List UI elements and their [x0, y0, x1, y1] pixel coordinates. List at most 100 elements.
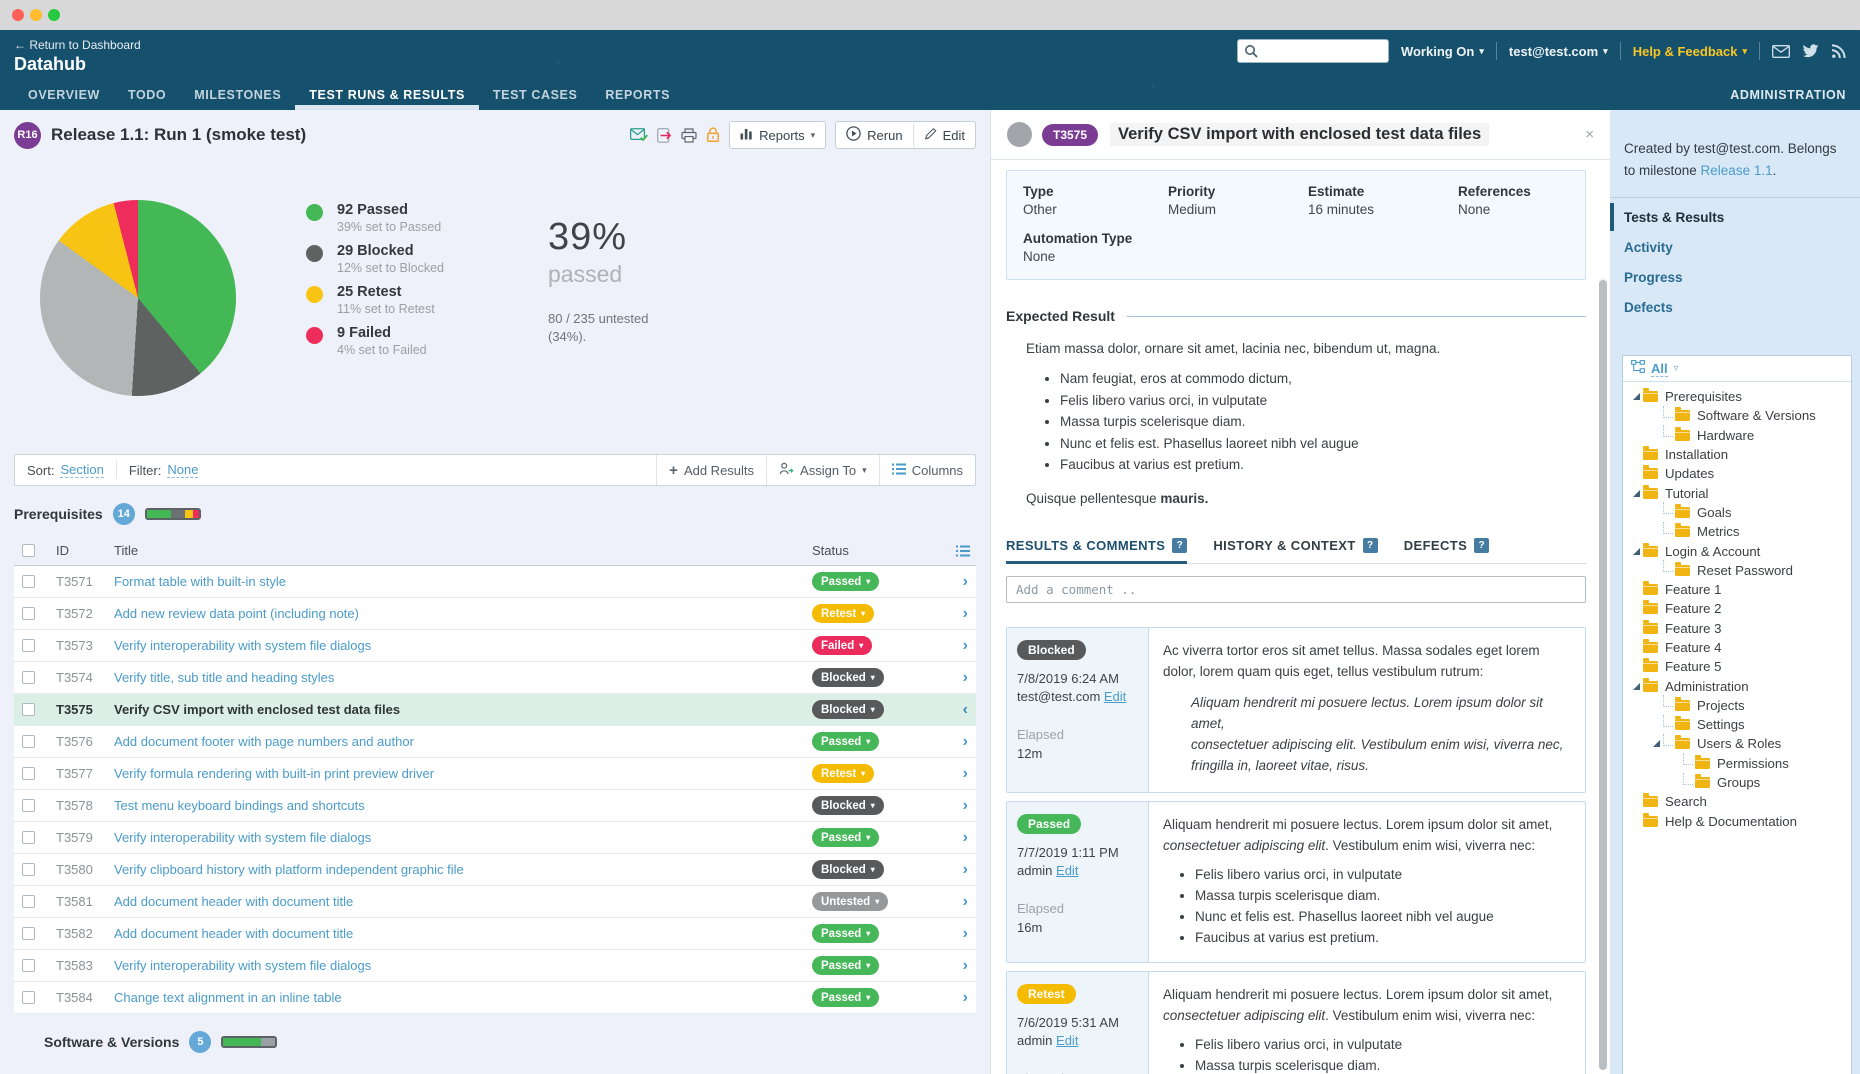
status-pill[interactable]: Passed▾ — [812, 988, 879, 1007]
user-menu[interactable]: test@test.com▾ — [1509, 44, 1608, 59]
edit-button[interactable]: Edit — [913, 122, 975, 148]
test-title-link[interactable]: Add document header with document title — [114, 926, 812, 941]
administration-link[interactable]: ADMINISTRATION — [1730, 88, 1846, 102]
test-row[interactable]: T3580Verify clipboard history with platf… — [14, 854, 976, 886]
status-pill[interactable]: Passed▾ — [812, 924, 879, 943]
edit-link[interactable]: Edit — [1104, 689, 1126, 704]
tree-item[interactable]: Installation — [1629, 445, 1851, 464]
tab-test-runs-results[interactable]: TEST RUNS & RESULTS — [295, 80, 479, 110]
test-row[interactable]: T3579Verify interoperability with system… — [14, 822, 976, 854]
help-feedback-menu[interactable]: Help & Feedback▾ — [1633, 44, 1747, 59]
status-pill[interactable]: Retest▾ — [812, 604, 874, 623]
help-icon[interactable]: ? — [1474, 538, 1489, 553]
tab-todo[interactable]: TODO — [114, 80, 180, 110]
test-title-link[interactable]: Verify title, sub title and heading styl… — [114, 670, 812, 685]
tree-item[interactable]: Feature 4 — [1629, 638, 1851, 657]
row-checkbox[interactable] — [22, 671, 35, 684]
row-checkbox[interactable] — [22, 639, 35, 652]
help-icon[interactable]: ? — [1363, 538, 1378, 553]
row-checkbox[interactable] — [22, 735, 35, 748]
zoom-window-button[interactable] — [48, 9, 60, 21]
reports-button[interactable]: Reports ▾ — [729, 121, 826, 149]
row-chevron-icon[interactable]: › — [940, 573, 976, 591]
row-checkbox[interactable] — [22, 799, 35, 812]
row-checkbox[interactable] — [22, 767, 35, 780]
row-chevron-icon[interactable]: › — [940, 989, 976, 1007]
tree-item[interactable]: Goals — [1629, 503, 1851, 522]
tab-overview[interactable]: OVERVIEW — [14, 80, 114, 110]
edit-link[interactable]: Edit — [1056, 1033, 1078, 1048]
test-row[interactable]: T3574Verify title, sub title and heading… — [14, 662, 976, 694]
tree-expand-icon[interactable] — [1629, 393, 1643, 400]
return-to-dashboard-link[interactable]: ← Return to Dashboard — [14, 38, 141, 52]
status-pill[interactable]: Retest▾ — [812, 764, 874, 783]
tree-item[interactable]: Permissions — [1629, 754, 1851, 773]
row-chevron-icon[interactable]: › — [940, 669, 976, 687]
test-title-link[interactable]: Verify formula rendering with built-in p… — [114, 766, 812, 781]
test-title-link[interactable]: Add new review data point (including not… — [114, 606, 812, 621]
test-title-link[interactable]: Verify interoperability with system file… — [114, 638, 812, 653]
search-input[interactable] — [1262, 44, 1382, 58]
row-checkbox[interactable] — [22, 927, 35, 940]
sort-value-link[interactable]: Section — [60, 462, 103, 478]
row-chevron-icon[interactable]: › — [940, 605, 976, 623]
row-checkbox[interactable] — [22, 863, 35, 876]
tree-filter-all[interactable]: All — [1651, 361, 1668, 377]
twitter-icon[interactable] — [1802, 44, 1819, 58]
add-results-button[interactable]: + Add Results — [656, 455, 766, 485]
row-chevron-icon[interactable]: › — [940, 957, 976, 975]
test-title-link[interactable]: Add document footer with page numbers an… — [114, 734, 812, 749]
tree-item[interactable]: Metrics — [1629, 522, 1851, 541]
status-pill[interactable]: Blocked▾ — [812, 700, 884, 719]
status-pill[interactable]: Passed▾ — [812, 828, 879, 847]
lock-icon[interactable] — [706, 127, 720, 143]
tab-results-comments[interactable]: RESULTS & COMMENTS? — [1006, 536, 1187, 563]
tree-item[interactable]: Tutorial — [1629, 483, 1851, 502]
status-pill[interactable]: Blocked▾ — [812, 796, 884, 815]
print-icon[interactable] — [681, 128, 697, 143]
tree-item[interactable]: Settings — [1629, 715, 1851, 734]
test-row[interactable]: T3575Verify CSV import with enclosed tes… — [14, 694, 976, 726]
tab-reports[interactable]: REPORTS — [591, 80, 684, 110]
assign-to-button[interactable]: Assign To ▾ — [766, 455, 879, 485]
test-row[interactable]: T3576Add document footer with page numbe… — [14, 726, 976, 758]
test-title-link[interactable]: Verify CSV import with enclosed test dat… — [114, 702, 812, 717]
tree-expand-icon[interactable] — [1629, 490, 1643, 497]
row-chevron-icon[interactable]: › — [940, 765, 976, 783]
columns-button[interactable]: Columns — [879, 455, 975, 485]
status-pill[interactable]: Passed▾ — [812, 956, 879, 975]
row-checkbox[interactable] — [22, 895, 35, 908]
test-title-link[interactable]: Add document header with document title — [114, 894, 812, 909]
add-comment-input[interactable] — [1006, 576, 1586, 603]
test-title-link[interactable]: Verify interoperability with system file… — [114, 958, 812, 973]
export-icon[interactable] — [657, 128, 672, 143]
tree-item[interactable]: Projects — [1629, 696, 1851, 715]
row-chevron-icon[interactable]: › — [940, 797, 976, 815]
test-row[interactable]: T3571Format table with built-in stylePas… — [14, 566, 976, 598]
test-title-link[interactable]: Change text alignment in an inline table — [114, 990, 812, 1005]
row-checkbox[interactable] — [22, 991, 35, 1004]
tree-expand-icon[interactable] — [1629, 548, 1643, 555]
select-all-checkbox[interactable] — [22, 544, 35, 557]
row-checkbox[interactable] — [22, 607, 35, 620]
help-icon[interactable]: ? — [1172, 538, 1187, 553]
tree-item[interactable]: Feature 5 — [1629, 657, 1851, 676]
sidebar-item-progress[interactable]: Progress — [1610, 262, 1860, 292]
tree-item[interactable]: Feature 3 — [1629, 619, 1851, 638]
test-title-link[interactable]: Verify interoperability with system file… — [114, 830, 812, 845]
tree-item[interactable]: Hardware — [1629, 426, 1851, 445]
row-chevron-icon[interactable]: › — [940, 893, 976, 911]
tree-item[interactable]: Software & Versions — [1629, 406, 1851, 425]
tree-item[interactable]: Prerequisites — [1629, 387, 1851, 406]
close-window-button[interactable] — [12, 9, 24, 21]
row-checkbox[interactable] — [22, 575, 35, 588]
email-report-icon[interactable] — [630, 128, 648, 142]
scrollbar-thumb[interactable] — [1599, 280, 1607, 1070]
tab-history-context[interactable]: HISTORY & CONTEXT? — [1213, 536, 1377, 563]
tree-item[interactable]: Login & Account — [1629, 541, 1851, 560]
tree-item[interactable]: Reset Password — [1629, 561, 1851, 580]
edit-link[interactable]: Edit — [1056, 863, 1078, 878]
tree-expand-icon[interactable] — [1629, 683, 1643, 690]
columns-icon[interactable] — [940, 545, 976, 557]
status-pill[interactable]: Passed▾ — [812, 572, 879, 591]
